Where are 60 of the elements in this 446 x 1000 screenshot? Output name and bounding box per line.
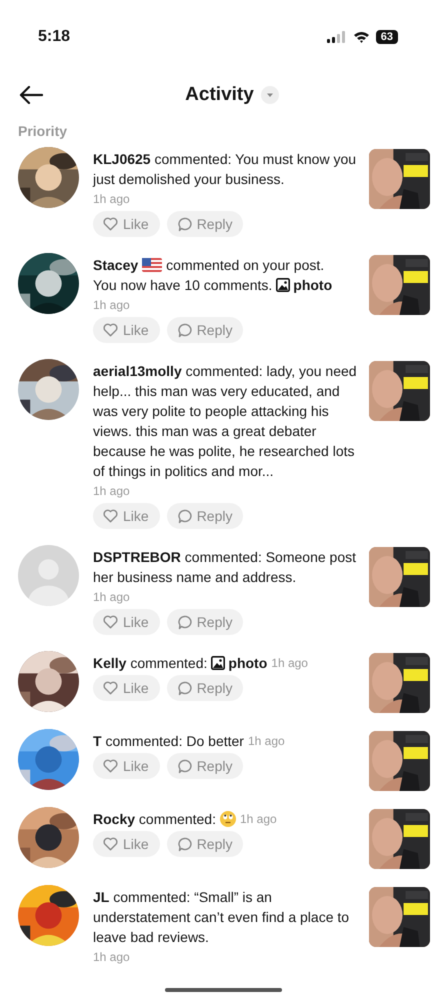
comment-text: photo (293, 276, 332, 295)
comment-text: KLJ0625 commented: You must know you just demolished your business. (93, 150, 358, 189)
flag-icon (142, 258, 162, 272)
like-button[interactable]: Like (93, 317, 160, 343)
reply-button[interactable]: Reply (166, 503, 244, 529)
timestamp: 1h ago (240, 811, 277, 828)
like-button[interactable]: Like (93, 211, 160, 237)
like-button[interactable]: Like (93, 753, 160, 779)
heart-icon (103, 323, 118, 337)
image-icon (211, 656, 226, 670)
eye-roll-emoji-icon (220, 811, 236, 827)
heart-icon (103, 681, 118, 695)
heart-icon (103, 509, 118, 523)
battery-level: 63 (376, 30, 398, 44)
timestamp: 1h ago (93, 483, 130, 500)
reply-button[interactable]: Reply (166, 753, 244, 779)
speech-bubble-icon (176, 758, 192, 774)
timestamp: 1h ago (271, 655, 308, 672)
timestamp: 1h ago (93, 949, 130, 966)
page-title[interactable]: Activity (185, 84, 254, 106)
speech-bubble-icon (176, 680, 192, 696)
like-button[interactable]: Like (93, 503, 160, 529)
signal-icon (326, 31, 347, 43)
speech-bubble-icon (176, 508, 192, 524)
reply-button[interactable]: Reply (166, 211, 244, 237)
comment-text: commented on your post. (166, 256, 324, 275)
speech-bubble-icon (176, 836, 192, 852)
reply-button[interactable]: Reply (166, 675, 244, 701)
comment-text: Stacey (93, 256, 138, 275)
like-button[interactable]: Like (93, 609, 160, 635)
like-button[interactable]: Like (93, 675, 160, 701)
back-arrow-icon[interactable] (19, 86, 43, 104)
heart-icon (103, 615, 118, 629)
image-icon (276, 278, 290, 292)
timestamp: 1h ago (248, 733, 285, 750)
speech-bubble-icon (176, 322, 192, 338)
status-time: 5:18 (38, 28, 70, 46)
heart-icon (103, 217, 118, 231)
heart-icon (103, 759, 118, 773)
comment-text: DSPTREBOR commented: Someone post her business name and address. (93, 548, 358, 587)
timestamp: 1h ago (93, 589, 130, 606)
comment-text: T commented: Do better (93, 732, 244, 751)
wifi-icon (352, 31, 370, 43)
comment-text: JL commented: “Small” is an understatement can’t even find a place to leave bad reviews. (93, 888, 350, 947)
comment-text: You now have 10 comments. (93, 276, 272, 295)
comment-text: photo (228, 654, 268, 673)
timestamp: 1h ago (93, 297, 130, 314)
timestamp: 1h ago (93, 191, 130, 208)
heart-icon (103, 837, 118, 851)
speech-bubble-icon (176, 216, 192, 232)
reply-button[interactable]: Reply (166, 317, 244, 343)
comment-text: Kelly commented: (93, 654, 208, 673)
section-label: Priority (18, 123, 68, 139)
reply-button[interactable]: Reply (166, 609, 244, 635)
comment-text: Rocky commented: (93, 810, 216, 829)
comment-text: aerial13molly commented: lady, you need help... this man was very educated, and was very polite to people attacking his views. this man was a great debater because he was polite, he researched lots of things in politics and mor... (93, 362, 358, 481)
reply-button[interactable]: Reply (166, 831, 244, 857)
like-button[interactable]: Like (93, 831, 160, 857)
dropdown-caret-icon[interactable] (260, 86, 279, 104)
speech-bubble-icon (176, 614, 192, 630)
